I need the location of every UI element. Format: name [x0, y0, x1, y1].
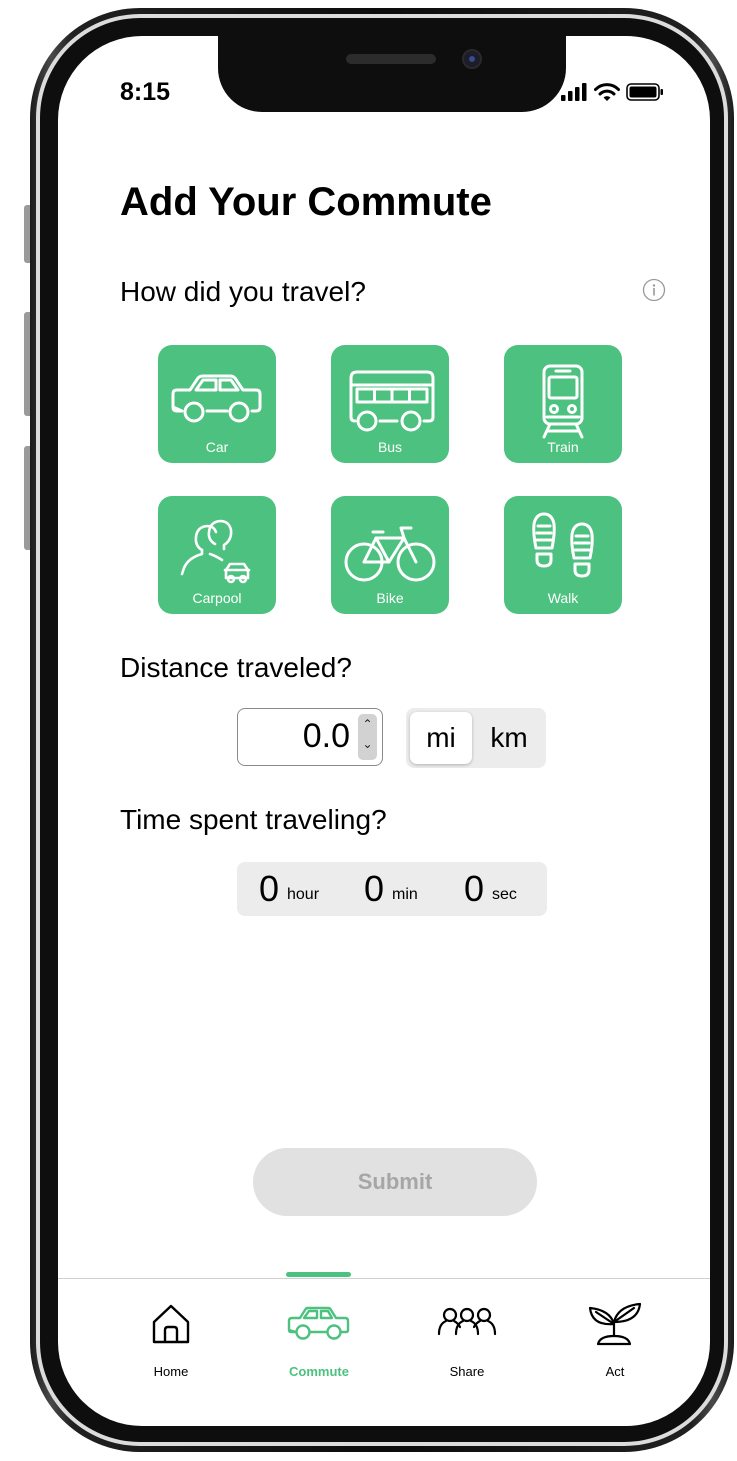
tab-label: Home	[153, 1364, 189, 1379]
mode-carpool-button[interactable]: Carpool	[158, 496, 276, 614]
tab-commute[interactable]: Commute	[264, 1288, 374, 1388]
second-label: sec	[492, 886, 517, 903]
status-icons	[560, 80, 664, 104]
mode-label: Car	[205, 439, 229, 455]
duration-picker[interactable]: 0 hour 0 min 0 sec	[237, 862, 547, 916]
travel-question: How did you travel?	[120, 276, 366, 307]
mode-label: Carpool	[192, 590, 242, 606]
stepper-up-icon[interactable]: ⌃	[358, 714, 377, 734]
stepper-down-icon[interactable]: ⌄	[358, 734, 377, 754]
mode-train-button[interactable]: Train	[504, 345, 622, 463]
tab-label: Commute	[289, 1364, 349, 1379]
tab-share[interactable]: Share	[412, 1288, 522, 1388]
info-icon[interactable]	[642, 278, 666, 302]
cellular-signal-icon	[561, 83, 587, 101]
mode-label: Train	[547, 439, 579, 455]
hour-label: hour	[287, 886, 320, 903]
mode-car-button[interactable]: Car	[158, 345, 276, 463]
plant-icon	[588, 1302, 642, 1346]
minute-label: min	[392, 886, 418, 903]
tab-home[interactable]: Home	[116, 1288, 226, 1388]
tab-label: Act	[605, 1364, 625, 1379]
mode-bike-button[interactable]: Bike	[331, 496, 449, 614]
submit-button[interactable]: Submit	[253, 1148, 537, 1216]
minute-value[interactable]: 0	[364, 868, 384, 910]
battery-icon	[626, 83, 663, 101]
distance-stepper[interactable]: ⌃ ⌄	[358, 714, 377, 760]
distance-input[interactable]: 0.0 ⌃ ⌄	[237, 708, 383, 766]
mode-label: Bus	[377, 439, 403, 455]
mode-walk-button[interactable]: Walk	[504, 496, 622, 614]
people-icon	[437, 1307, 497, 1336]
active-tab-indicator	[286, 1272, 351, 1277]
status-time: 8:15	[120, 78, 171, 106]
car-icon	[287, 1306, 350, 1340]
unit-toggle: mi km	[406, 708, 546, 768]
unit-km-option[interactable]: km	[478, 712, 540, 764]
front-camera	[462, 49, 482, 69]
unit-mi-option[interactable]: mi	[410, 712, 472, 764]
mode-bus-button[interactable]: Bus	[331, 345, 449, 463]
notch	[218, 36, 566, 112]
time-question: Time spent traveling?	[120, 804, 387, 835]
tab-bar-divider	[58, 1278, 710, 1279]
second-value[interactable]: 0	[464, 868, 484, 910]
tab-label: Share	[449, 1364, 485, 1379]
hour-value[interactable]: 0	[259, 868, 279, 910]
screen: 8:15 Add Your Commute How did you travel…	[58, 36, 710, 1426]
tab-act[interactable]: Act	[560, 1288, 670, 1388]
distance-value: 0.0	[302, 717, 350, 755]
wifi-icon	[594, 83, 620, 101]
home-icon	[152, 1304, 190, 1344]
distance-question: Distance traveled?	[120, 652, 352, 683]
earpiece-speaker	[346, 54, 436, 64]
page-title: Add Your Commute	[120, 180, 492, 224]
mode-label: Bike	[376, 590, 404, 606]
mode-label: Walk	[547, 590, 579, 606]
